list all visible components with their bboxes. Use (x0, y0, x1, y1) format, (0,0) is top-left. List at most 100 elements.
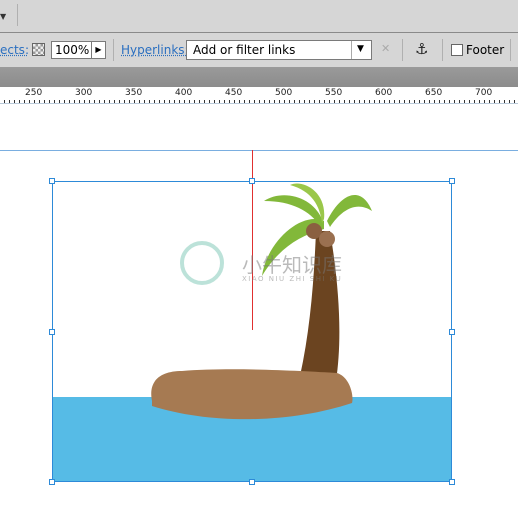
ruler-tick (239, 100, 240, 103)
resize-handle[interactable] (249, 479, 255, 485)
effects-label[interactable]: ects: (0, 43, 29, 57)
ruler-tick (174, 100, 175, 103)
ruler-tick (509, 100, 510, 103)
ruler-tick (189, 100, 190, 103)
resize-handle[interactable] (449, 178, 455, 184)
ruler-tick (364, 100, 365, 103)
ruler-tick (19, 100, 20, 103)
anchor-icon[interactable]: ⚓ (415, 40, 428, 58)
chevron-down-icon[interactable]: ▼ (357, 44, 364, 54)
ruler-tick (299, 100, 300, 103)
ruler-tick (384, 100, 385, 103)
resize-handle[interactable] (49, 479, 55, 485)
ruler-tick (29, 100, 30, 103)
ruler-tick (69, 100, 70, 103)
ruler-tick (454, 100, 455, 103)
ruler-tick (334, 100, 335, 103)
opacity-input[interactable]: 100% (51, 41, 94, 59)
ruler-tick (54, 100, 55, 103)
ruler-tick (119, 100, 120, 103)
ruler-tick (489, 100, 490, 103)
ruler-tick (219, 100, 220, 103)
ruler-tick (104, 100, 105, 103)
ruler-tick (124, 100, 125, 103)
ruler-tick (434, 100, 435, 103)
ruler-label: 250 (25, 88, 43, 98)
transparency-icon (32, 43, 45, 56)
ruler-tick (149, 100, 150, 103)
hyperlinks-label[interactable]: Hyperlinks: (121, 43, 189, 57)
ruler-tick (409, 100, 410, 103)
resize-handle[interactable] (449, 329, 455, 335)
ruler-tick (254, 100, 255, 103)
ruler-tick (389, 100, 390, 103)
ruler-tick (394, 100, 395, 103)
ruler-tick (269, 100, 270, 103)
ruler-tick (419, 100, 420, 103)
ruler-tick (64, 100, 65, 103)
ruler-tick (34, 100, 35, 103)
footer-label: Footer (466, 43, 505, 57)
ruler-tick (514, 100, 515, 103)
ruler-tick (209, 100, 210, 103)
ruler-tick (444, 100, 445, 103)
ruler-tick (169, 100, 170, 103)
ruler-tick (234, 100, 235, 103)
footer-checkbox[interactable] (451, 44, 463, 56)
ruler-tick (449, 100, 450, 103)
ruler-tick (184, 100, 185, 103)
ruler-tick (414, 100, 415, 103)
hyperlinks-dropdown[interactable]: Add or filter links ▼ (186, 40, 372, 60)
resize-handle[interactable] (49, 329, 55, 335)
dropdown-arrow-icon[interactable]: ▼ (0, 12, 6, 21)
ruler-tick (84, 100, 85, 103)
ruler-tick (279, 100, 280, 103)
ruler-tick (284, 100, 285, 103)
ruler-tick (494, 100, 495, 103)
ruler-tick (319, 100, 320, 103)
divider (113, 39, 114, 61)
ruler-tick (469, 100, 470, 103)
ruler-tick (464, 100, 465, 103)
ruler-tick (484, 100, 485, 103)
ruler-tick (154, 100, 155, 103)
ruler-tick (309, 100, 310, 103)
ruler-tick (504, 100, 505, 103)
ruler-label: 600 (375, 88, 393, 98)
ruler-tick (404, 100, 405, 103)
ruler-label: 550 (325, 88, 343, 98)
ruler-tick (294, 100, 295, 103)
ruler-tick (479, 100, 480, 103)
horizontal-ruler[interactable]: 250 300 350 400 450 500 550 600 650 700 (0, 87, 518, 104)
ruler-tick (159, 100, 160, 103)
ruler-tick (439, 100, 440, 103)
ruler-tick (324, 100, 325, 103)
ruler-tick (314, 100, 315, 103)
resize-handle[interactable] (249, 178, 255, 184)
ruler-tick (134, 100, 135, 103)
resize-handle[interactable] (49, 178, 55, 184)
resize-handle[interactable] (449, 479, 455, 485)
ruler-tick (379, 100, 380, 103)
ruler-tick (304, 100, 305, 103)
ruler-tick (109, 100, 110, 103)
ruler-tick (274, 100, 275, 103)
divider (17, 4, 18, 26)
ruler-tick (129, 100, 130, 103)
ruler-tick (79, 100, 80, 103)
hyperlinks-input[interactable]: Add or filter links (193, 43, 295, 57)
margin-guide (0, 150, 518, 151)
ruler-tick (74, 100, 75, 103)
opacity-arrow-button[interactable]: ▶ (91, 41, 106, 59)
ruler-tick (459, 100, 460, 103)
ruler-tick (44, 100, 45, 103)
ruler-tick (59, 100, 60, 103)
ruler-tick (199, 100, 200, 103)
ruler-tick (24, 100, 25, 103)
ruler-tick (14, 100, 15, 103)
ruler-tick (339, 100, 340, 103)
ruler-tick (139, 100, 140, 103)
ruler-tick (99, 100, 100, 103)
clear-link-icon[interactable]: ✕ (381, 42, 390, 55)
document-tab-bar (0, 67, 518, 87)
